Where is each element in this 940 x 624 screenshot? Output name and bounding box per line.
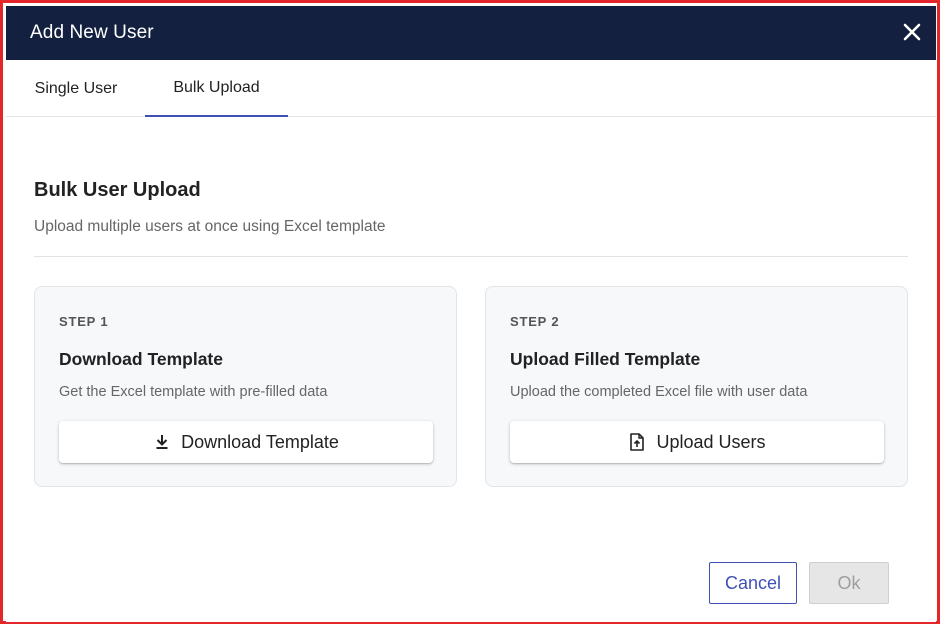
section-subtitle: Upload multiple users at once using Exce… [34, 218, 386, 235]
close-button[interactable] [898, 18, 926, 46]
tab-bar: Single User Bulk Upload [6, 60, 936, 117]
step-title: Upload Filled Template [510, 349, 701, 369]
divider [34, 256, 908, 257]
tab-bulk-upload[interactable]: Bulk Upload [145, 60, 288, 117]
tab-single-user[interactable]: Single User [6, 60, 146, 117]
close-icon [903, 23, 921, 41]
add-user-dialog: Add New User Single User Bulk Upload Bul… [6, 6, 936, 622]
step-card-upload: STEP 2 Upload Filled Template Upload the… [485, 286, 908, 487]
upload-users-button[interactable]: Upload Users [510, 421, 884, 463]
step-title: Download Template [59, 349, 223, 369]
step-label: STEP 1 [59, 314, 109, 329]
dialog-header: Add New User [6, 6, 936, 60]
upload-users-label: Upload Users [656, 431, 766, 452]
step-card-download: STEP 1 Download Template Get the Excel t… [34, 286, 457, 487]
step-description: Get the Excel template with pre-filled d… [59, 384, 328, 400]
download-template-label: Download Template [181, 431, 339, 452]
cancel-button[interactable]: Cancel [709, 562, 797, 604]
step-label: STEP 2 [510, 314, 560, 329]
ok-button[interactable]: Ok [809, 562, 889, 604]
download-template-button[interactable]: Download Template [59, 421, 433, 463]
step-description: Upload the completed Excel file with use… [510, 384, 808, 400]
dialog-title: Add New User [30, 22, 154, 43]
file-upload-icon [628, 433, 646, 451]
section-title: Bulk User Upload [34, 179, 201, 201]
download-icon [153, 433, 171, 451]
highlight-frame: Add New User Single User Bulk Upload Bul… [0, 0, 940, 624]
